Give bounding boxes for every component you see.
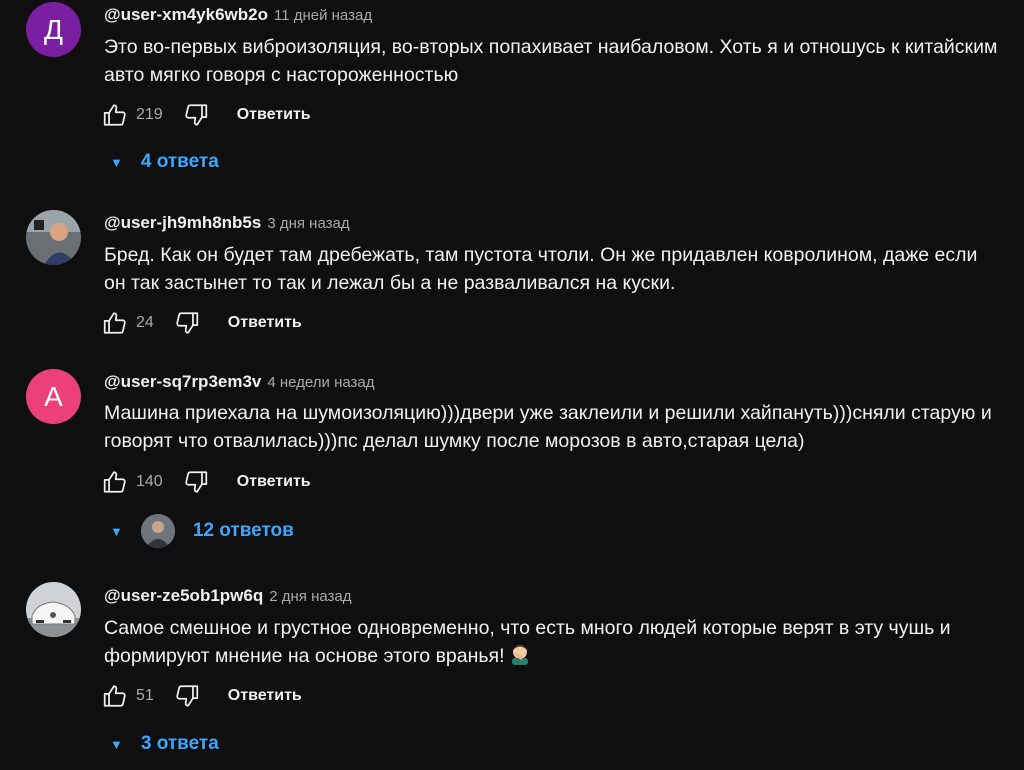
like-count: 219 xyxy=(136,106,163,123)
replies-count-label: 4 ответа xyxy=(140,151,219,172)
comment-time[interactable]: 2 дня назад xyxy=(269,588,351,605)
like-button[interactable] xyxy=(100,681,130,711)
avatar[interactable]: Д xyxy=(26,2,81,57)
comment-text: Бред. Как он будет там дребежать, там пу… xyxy=(104,244,978,294)
comment-time[interactable]: 4 недели назад xyxy=(267,374,374,391)
thumb-up-icon xyxy=(103,685,126,707)
reply-button[interactable]: Ответить xyxy=(228,314,302,332)
avatar[interactable] xyxy=(26,582,81,637)
chevron-down-icon: ▼ xyxy=(110,736,123,752)
replies-count-label: 12 ответов xyxy=(192,520,294,541)
author-name[interactable]: @user-sq7rp3em3v xyxy=(104,372,261,392)
show-replies-button[interactable]: ▼ 3 ответа xyxy=(110,727,219,761)
comment-actions: 24 Ответить xyxy=(100,308,302,338)
comment-header: @user-ze5ob1pw6q 2 дня назад xyxy=(104,586,352,606)
like-button[interactable] xyxy=(100,308,130,338)
creator-avatar xyxy=(140,514,175,548)
thumb-up-icon xyxy=(103,104,126,126)
dislike-button[interactable] xyxy=(181,100,211,130)
facepalm-emoji-icon xyxy=(509,643,531,673)
dislike-button[interactable] xyxy=(172,308,202,338)
comment-text: Самое смешное и грустное одновременно, ч… xyxy=(104,614,1004,673)
reply-button[interactable]: Ответить xyxy=(228,687,302,705)
thumb-down-icon xyxy=(176,685,198,707)
thumb-up-icon xyxy=(103,471,126,493)
dislike-button[interactable] xyxy=(172,681,202,711)
like-count: 51 xyxy=(136,687,154,704)
thumb-down-icon xyxy=(185,104,207,126)
user-photo-icon xyxy=(140,514,175,548)
comment-actions: 219 Ответить xyxy=(100,100,311,130)
comment-header: @user-jh9mh8nb5s 3 дня назад xyxy=(104,213,350,233)
comment-actions: 140 Ответить xyxy=(100,467,311,497)
user-photo-icon xyxy=(26,210,81,265)
chevron-down-icon: ▼ xyxy=(110,523,123,539)
avatar[interactable] xyxy=(26,210,81,265)
author-name[interactable]: @user-ze5ob1pw6q xyxy=(104,586,263,606)
author-name[interactable]: @user-jh9mh8nb5s xyxy=(104,213,261,233)
car-photo-icon xyxy=(26,582,81,637)
chevron-down-icon: ▼ xyxy=(110,154,123,170)
like-count: 140 xyxy=(136,473,163,490)
like-count: 24 xyxy=(136,314,154,331)
reply-button[interactable]: Ответить xyxy=(237,473,311,491)
comment-text: Это во-первых виброизоляция, во-вторых п… xyxy=(104,36,998,86)
thumb-down-icon xyxy=(185,471,207,493)
comment-header: @user-sq7rp3em3v 4 недели назад xyxy=(104,372,375,392)
author-name[interactable]: @user-xm4yk6wb2o xyxy=(104,5,268,25)
comment-text: Машина приехала на шумоизоляцию)))двери … xyxy=(104,402,992,452)
like-button[interactable] xyxy=(100,467,130,497)
comment-actions: 51 Ответить xyxy=(100,681,302,711)
show-replies-button[interactable]: ▼ 4 ответа xyxy=(110,145,219,179)
comment-time[interactable]: 3 дня назад xyxy=(267,215,349,232)
thumb-up-icon xyxy=(103,312,126,334)
thumb-down-icon xyxy=(176,312,198,334)
comment-header: @user-xm4yk6wb2o 11 дней назад xyxy=(104,5,372,25)
show-replies-button[interactable]: ▼ 12 ответов xyxy=(110,514,294,548)
avatar[interactable]: А xyxy=(26,369,81,424)
replies-count-label: 3 ответа xyxy=(140,733,219,754)
comment-time[interactable]: 11 дней назад xyxy=(274,7,372,24)
like-button[interactable] xyxy=(100,100,130,130)
dislike-button[interactable] xyxy=(181,467,211,497)
reply-button[interactable]: Ответить xyxy=(237,106,311,124)
